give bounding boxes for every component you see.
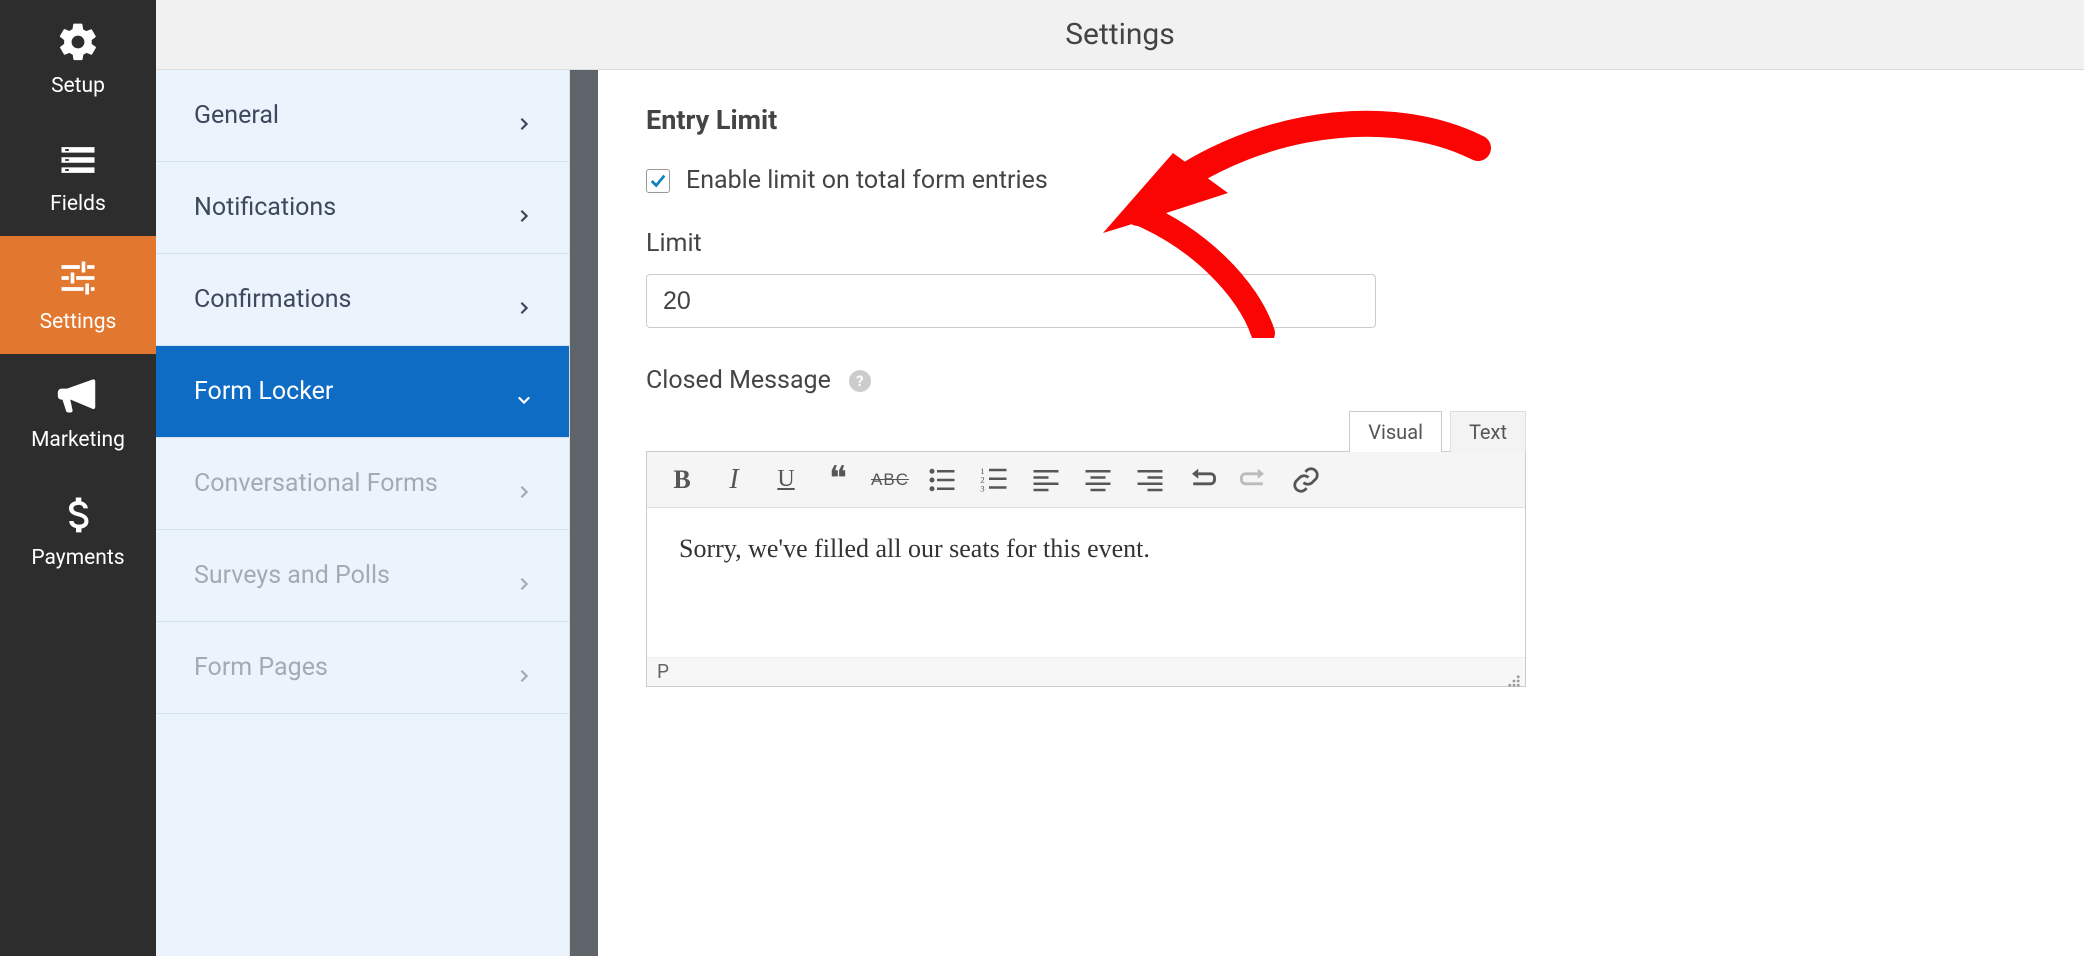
check-icon <box>649 172 667 190</box>
nav-marketing[interactable]: Marketing <box>0 354 156 472</box>
toolbar-undo-button[interactable] <box>1187 465 1217 495</box>
toolbar-numbered-list-button[interactable]: 123 <box>979 465 1009 495</box>
nav-payments[interactable]: Payments <box>0 472 156 590</box>
chevron-right-icon <box>517 201 531 215</box>
submenu-general[interactable]: General <box>156 70 569 162</box>
editor-status-bar: P <box>647 658 1525 686</box>
closed-message-editor: Visual Text B I U ❝ ABC 123 Sorry, we've… <box>646 411 1526 687</box>
toolbar-bullet-list-button[interactable] <box>927 465 957 495</box>
chevron-right-icon <box>517 477 531 491</box>
section-title-entry-limit: Entry Limit <box>646 104 2012 136</box>
submenu-label: Form Pages <box>194 653 328 682</box>
toolbar-align-left-button[interactable] <box>1031 465 1061 495</box>
resize-grip-icon[interactable] <box>1507 670 1521 684</box>
submenu-conversational-forms[interactable]: Conversational Forms <box>156 438 569 530</box>
toolbar-blockquote-button[interactable]: ❝ <box>823 465 853 495</box>
nav-setup[interactable]: Setup <box>0 0 156 118</box>
rich-editor: B I U ❝ ABC 123 Sorry, we've filled all … <box>646 451 1526 687</box>
toolbar-italic-button[interactable]: I <box>719 465 749 495</box>
help-icon[interactable]: ? <box>849 370 871 392</box>
toolbar-strikethrough-button[interactable]: ABC <box>875 465 905 495</box>
nav-label: Fields <box>50 192 106 216</box>
submenu-label: Form Locker <box>194 377 333 406</box>
chevron-down-icon <box>517 385 531 399</box>
editor-tab-text[interactable]: Text <box>1450 411 1526 452</box>
enable-limit-row: Enable limit on total form entries <box>646 166 2012 195</box>
toolbar-bold-button[interactable]: B <box>667 465 697 495</box>
toolbar-link-button[interactable] <box>1291 465 1321 495</box>
nav-label: Settings <box>40 310 117 334</box>
chevron-right-icon <box>517 569 531 583</box>
editor-body[interactable]: Sorry, we've filled all our seats for th… <box>647 508 1525 658</box>
editor-tabs: Visual Text <box>646 411 1526 452</box>
bullhorn-icon <box>56 374 100 418</box>
enable-limit-label: Enable limit on total form entries <box>686 166 1048 195</box>
dollar-icon <box>56 492 100 536</box>
toolbar-underline-button[interactable]: U <box>771 465 801 495</box>
nav-label: Setup <box>51 74 105 98</box>
toolbar-align-right-button[interactable] <box>1135 465 1165 495</box>
submenu-label: Notifications <box>194 193 336 222</box>
nav-fields[interactable]: Fields <box>0 118 156 236</box>
enable-limit-checkbox[interactable] <box>646 169 670 193</box>
editor-tab-visual[interactable]: Visual <box>1349 411 1442 452</box>
chevron-right-icon <box>517 661 531 675</box>
toolbar-redo-button[interactable] <box>1239 465 1269 495</box>
closed-message-label-text: Closed Message <box>646 366 831 395</box>
nav-settings[interactable]: Settings <box>0 236 156 354</box>
submenu-label: Surveys and Polls <box>194 561 390 590</box>
nav-label: Marketing <box>31 428 125 452</box>
editor-path: P <box>657 660 669 683</box>
primary-nav: Setup Fields Settings Marketing Payments <box>0 0 156 956</box>
nav-label: Payments <box>31 546 124 570</box>
submenu-confirmations[interactable]: Confirmations <box>156 254 569 346</box>
submenu-notifications[interactable]: Notifications <box>156 162 569 254</box>
chevron-right-icon <box>517 109 531 123</box>
limit-label: Limit <box>646 229 2012 258</box>
submenu-label: Conversational Forms <box>194 469 438 498</box>
settings-submenu: General Notifications Confirmations Form… <box>156 70 570 956</box>
submenu-surveys-and-polls[interactable]: Surveys and Polls <box>156 530 569 622</box>
submenu-label: Confirmations <box>194 285 351 314</box>
chevron-right-icon <box>517 293 531 307</box>
divider-column <box>570 70 598 956</box>
svg-text:3: 3 <box>980 483 985 493</box>
closed-message-label: Closed Message ? <box>646 366 2012 395</box>
submenu-label: General <box>194 101 279 130</box>
submenu-form-locker[interactable]: Form Locker <box>156 346 569 438</box>
content-panel: Entry Limit Enable limit on total form e… <box>598 70 2084 956</box>
page-title: Settings <box>1065 17 1175 52</box>
submenu-form-pages[interactable]: Form Pages <box>156 622 569 714</box>
list-icon <box>56 138 100 182</box>
toolbar-align-center-button[interactable] <box>1083 465 1113 495</box>
page-header: Settings <box>156 0 2084 70</box>
sliders-icon <box>56 256 100 300</box>
gear-icon <box>56 20 100 64</box>
limit-input[interactable] <box>646 274 1376 328</box>
editor-toolbar: B I U ❝ ABC 123 <box>647 452 1525 508</box>
